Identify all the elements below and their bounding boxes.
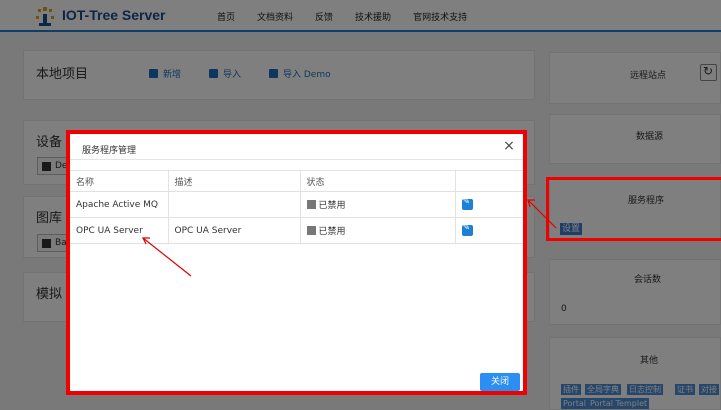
annotation-arrows <box>142 199 557 277</box>
arrow-to-opc-ua <box>142 237 192 277</box>
arrow-to-settings <box>527 199 557 229</box>
